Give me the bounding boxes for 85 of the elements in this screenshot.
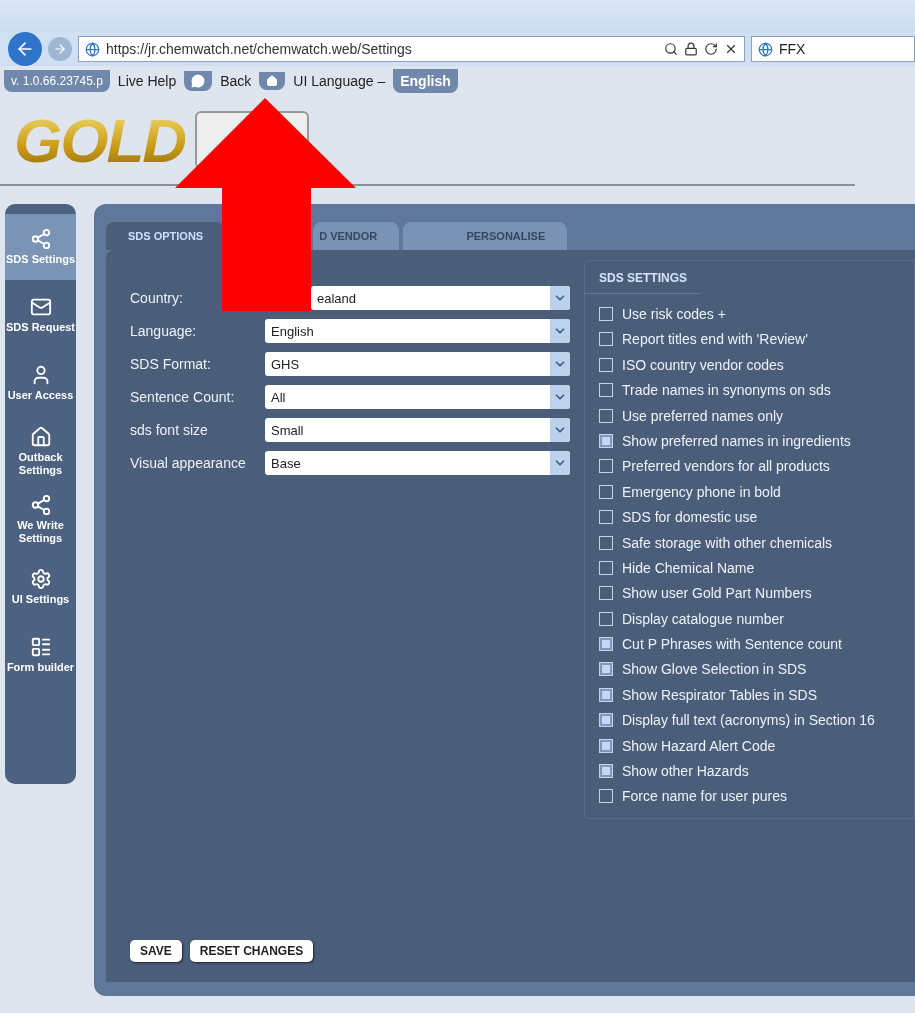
- checkbox-label: Trade names in synonyms on sds: [622, 382, 831, 399]
- house-icon: [29, 426, 52, 449]
- checkbox[interactable]: [599, 789, 613, 804]
- dropdown[interactable]: All: [265, 385, 570, 409]
- back-link[interactable]: Back: [220, 73, 252, 89]
- checkbox[interactable]: [599, 510, 613, 525]
- checkbox[interactable]: [599, 408, 613, 423]
- address-bar[interactable]: https://jr.chemwatch.net/chemwatch.web/Settings: [78, 36, 745, 62]
- save-button[interactable]: SAVE: [130, 940, 182, 962]
- field-label: Visual appearance: [130, 455, 247, 471]
- dropdown[interactable]: GHS: [265, 352, 570, 376]
- checkbox-label: ISO country vendor codes: [622, 356, 784, 373]
- checkbox-label: Show Respirator Tables in SDS: [622, 686, 818, 703]
- checkbox-label: Use risk codes +: [622, 306, 726, 322]
- checkbox-label: Show other Hazards: [622, 763, 749, 780]
- checkbox[interactable]: [599, 687, 613, 702]
- field-label: Language:: [130, 323, 198, 339]
- form-icon: [29, 636, 52, 659]
- language-button[interactable]: English: [393, 69, 458, 93]
- checkbox-label: SDS for domestic use: [622, 509, 758, 526]
- checkbox-label: Display catalogue number: [622, 610, 784, 627]
- checkbox[interactable]: [599, 764, 613, 779]
- checkbox[interactable]: [599, 713, 613, 728]
- sidebar-item[interactable]: We Write Settings: [5, 486, 76, 552]
- checkbox-label: Use preferred names only: [622, 407, 784, 424]
- field-label: Country:: [130, 290, 184, 306]
- sidebar-item[interactable]: User Access: [5, 350, 76, 416]
- checkbox-label: Show Glove Selection in SDS: [622, 661, 807, 678]
- sidebar-item[interactable]: Form builder: [5, 622, 76, 688]
- checkbox-label: Show preferred names in ingredients: [622, 432, 851, 449]
- field-label: Sentence Count:: [130, 389, 236, 405]
- checkbox[interactable]: [599, 560, 613, 575]
- sidebar-item[interactable]: UI Settings: [5, 554, 76, 620]
- checkbox[interactable]: [599, 433, 613, 448]
- browser-tab[interactable]: FFX: [751, 36, 915, 62]
- arrow-right-icon: [53, 42, 67, 56]
- chat-button[interactable]: [184, 71, 213, 91]
- nodes-icon: [29, 494, 52, 517]
- globe-icon: [85, 41, 100, 57]
- dropdown[interactable]: English: [265, 319, 570, 343]
- checkbox[interactable]: [599, 459, 613, 474]
- checkbox[interactable]: [599, 357, 613, 372]
- checkbox[interactable]: [599, 307, 613, 321]
- gear-icon: [29, 568, 52, 591]
- checkbox[interactable]: [599, 738, 613, 753]
- checkbox-label: Report titles end with 'Review': [622, 331, 808, 348]
- dropdown[interactable]: Small: [265, 418, 570, 442]
- checkbox[interactable]: [599, 586, 613, 601]
- back-button[interactable]: [8, 32, 42, 66]
- home-button[interactable]: [259, 72, 286, 90]
- dropdown[interactable]: Base: [265, 451, 570, 475]
- sidebar-item[interactable]: SDS Request: [5, 282, 76, 348]
- refresh-icon[interactable]: [704, 42, 718, 56]
- house-icon: [266, 75, 279, 87]
- nodes-icon: [29, 228, 52, 251]
- field-label: SDS Format:: [130, 356, 212, 372]
- checkbox-label: Preferred vendors for all products: [622, 458, 830, 475]
- checkbox[interactable]: [599, 662, 613, 677]
- group-title: SDS SETTINGS: [585, 261, 701, 294]
- sidebar-item[interactable]: Outback Settings: [5, 418, 76, 484]
- language-label: UI Language –: [293, 73, 386, 89]
- checkbox-label: Show Hazard Alert Code: [622, 737, 776, 754]
- live-help-link[interactable]: Live Help: [117, 73, 177, 89]
- version-badge: v. 1.0.66.23745.p: [4, 70, 110, 92]
- checkbox[interactable]: [599, 637, 613, 652]
- checkbox-label: Force name for user pures: [622, 788, 787, 805]
- checkbox-label: Show user Gold Part Numbers: [622, 585, 812, 602]
- checkbox[interactable]: [599, 535, 613, 550]
- checkbox[interactable]: [599, 484, 613, 499]
- checkbox-label: Emergency phone in bold: [622, 483, 781, 500]
- checkbox[interactable]: [599, 611, 613, 626]
- reset-button[interactable]: RESET CHANGES: [189, 940, 314, 962]
- lock-icon: [684, 42, 698, 56]
- speech-bubble-icon: [191, 74, 206, 88]
- checkbox[interactable]: [599, 383, 613, 398]
- checkbox-label: Display full text (acronyms) in Section 16: [622, 712, 875, 729]
- field-label: sds font size: [130, 422, 209, 438]
- checkbox-label: Hide Chemical Name: [622, 559, 755, 576]
- checkbox[interactable]: [599, 332, 613, 347]
- checkbox-label: Cut P Phrases with Sentence count: [622, 636, 842, 653]
- close-icon[interactable]: [724, 42, 738, 56]
- dropdown[interactable]: ealand: [311, 286, 570, 310]
- globe-icon: [758, 41, 773, 57]
- search-icon[interactable]: [664, 42, 678, 56]
- checkbox-label: Safe storage with other chemicals: [622, 534, 833, 551]
